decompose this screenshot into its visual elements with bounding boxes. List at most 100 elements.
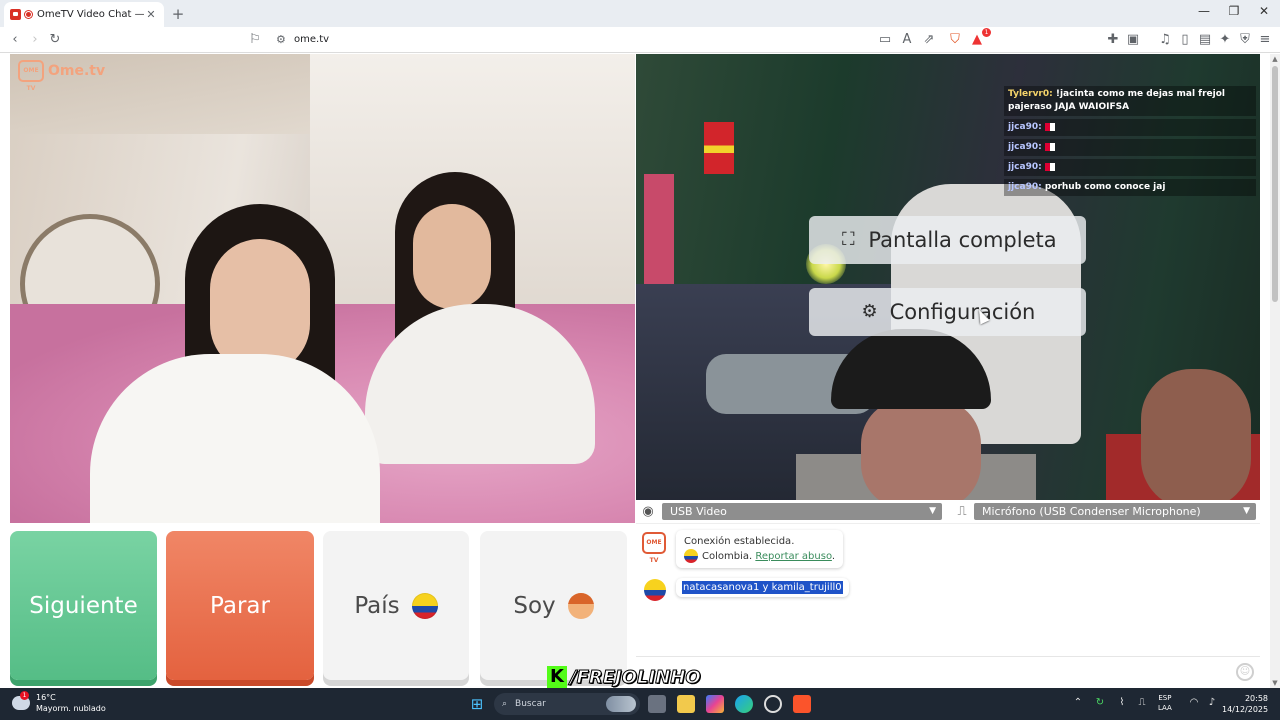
translate-icon[interactable]: A xyxy=(898,31,916,49)
sync-icon[interactable]: ↻ xyxy=(1092,697,1108,708)
video-flag xyxy=(704,122,734,174)
chat-text: porhub como conoce jaj xyxy=(1041,182,1166,192)
leo-ai-icon[interactable]: ✦ xyxy=(1216,31,1234,49)
emoji-icon[interactable]: ☺ xyxy=(1236,663,1254,681)
chat-message-text[interactable]: natacasanova1 y kamila_trujill0 xyxy=(682,581,843,594)
stream-chat-overlay: Tylervr0: !jacinta como me dejas mal fre… xyxy=(1004,86,1256,199)
chat-username: jjca90: xyxy=(1008,162,1042,172)
chat-input[interactable]: ☺ xyxy=(636,656,1260,689)
minimize-button[interactable]: — xyxy=(1189,4,1219,18)
watermark-text: /FREJOLINHO xyxy=(570,666,702,688)
weather-widget[interactable]: 1 16°C Mayorm. nublado xyxy=(12,691,106,714)
screenshot-icon[interactable]: ▣ xyxy=(1124,31,1142,49)
brave-rewards-icon[interactable]: ▲ 1 xyxy=(968,28,991,49)
stop-button[interactable]: Parar xyxy=(166,531,314,680)
chat-username: jjca90: xyxy=(1008,142,1042,152)
rewards-badge: 1 xyxy=(982,28,991,37)
scroll-down-icon[interactable]: ▼ xyxy=(1270,678,1280,688)
recording-indicator-icon xyxy=(25,11,32,18)
close-window-button[interactable]: ✕ xyxy=(1249,4,1279,18)
country-button[interactable]: País xyxy=(323,531,469,680)
stream-chat-message: jjca90: xyxy=(1004,139,1256,156)
microphone-select[interactable]: Micrófono (USB Condenser Microphone) ▼ xyxy=(974,503,1256,520)
settings-button[interactable]: ⚙ Configuración xyxy=(809,288,1086,336)
report-suffix: . xyxy=(831,551,836,562)
youtube-favicon-icon xyxy=(10,9,21,20)
video-person xyxy=(413,204,491,309)
gender-button[interactable]: Soy xyxy=(480,531,627,680)
settings-button-label: Configuración xyxy=(889,300,1036,324)
microphone-tray-icon[interactable]: ⎍ xyxy=(1134,697,1150,708)
report-abuse-link[interactable]: Reportar abuso xyxy=(755,551,832,562)
wallet-icon[interactable]: ▤ xyxy=(1196,31,1214,49)
menu-icon[interactable]: ≡ xyxy=(1256,31,1274,49)
colombia-flag-icon xyxy=(411,592,438,619)
cloud-icon: 1 xyxy=(12,691,30,710)
local-video: OME TV Ome.tv xyxy=(10,54,635,523)
brave-shields-icon[interactable]: ⛉ xyxy=(946,31,964,49)
stream-chat-message: jjca90: xyxy=(1004,119,1256,136)
search-icon: ⌕ xyxy=(502,699,508,709)
cast-icon[interactable]: ▭ xyxy=(876,31,894,49)
partner-country: Colombia. Reportar abuso. xyxy=(684,549,835,564)
language-bottom: LAA xyxy=(1158,704,1172,712)
clock[interactable]: 20:58 14/12/2025 xyxy=(1222,693,1268,715)
restore-button[interactable]: ❐ xyxy=(1219,4,1249,18)
weather-badge: 1 xyxy=(20,691,29,700)
browser-tab-ometv[interactable]: OmeTV Video Chat — Omeg ✕ xyxy=(4,2,164,27)
page-scrollbar[interactable]: ▲ ▼ xyxy=(1270,54,1280,688)
forward-icon[interactable]: › xyxy=(26,31,44,49)
camera-select[interactable]: USB Video ▼ xyxy=(662,503,942,520)
share-icon[interactable]: ⇗ xyxy=(920,31,938,49)
chat-panel: OME TV Conexión establecida. Colombia. R… xyxy=(636,523,1260,688)
language-indicator[interactable]: ESP LAA xyxy=(1158,693,1172,713)
vpn-icon[interactable]: ⛨ xyxy=(1236,31,1254,49)
scroll-up-icon[interactable]: ▲ xyxy=(1270,54,1280,64)
partner-country-name: Colombia. xyxy=(702,551,753,562)
site-settings-icon[interactable]: ⚙ xyxy=(276,30,286,50)
media-icon[interactable]: ♫ xyxy=(1156,31,1174,49)
edge-icon[interactable] xyxy=(735,695,753,713)
video-person xyxy=(861,399,981,500)
chevron-down-icon: ▼ xyxy=(929,506,936,516)
obs-icon[interactable] xyxy=(764,695,782,713)
emote-icon xyxy=(1044,122,1055,131)
copilot-icon[interactable] xyxy=(706,695,724,713)
reload-icon[interactable]: ↻ xyxy=(46,31,64,49)
task-view-icon[interactable] xyxy=(648,695,666,713)
microphone-select-value: Micrófono (USB Condenser Microphone) xyxy=(982,505,1201,518)
volume-icon[interactable]: ♪ xyxy=(1204,697,1220,708)
wifi-icon[interactable]: ◠ xyxy=(1186,697,1202,708)
address-bar[interactable]: ⚙ ome.tv xyxy=(268,30,868,50)
next-button-label: Siguiente xyxy=(29,592,138,619)
next-button[interactable]: Siguiente xyxy=(10,531,157,680)
ometv-logo: OME TV Ome.tv xyxy=(18,60,105,92)
show-hidden-icons-icon[interactable]: ⌃ xyxy=(1070,697,1086,708)
clock-date: 14/12/2025 xyxy=(1222,705,1269,714)
video-poster xyxy=(644,174,674,284)
video-person xyxy=(1141,369,1251,500)
taskbar-search[interactable]: ⌕ Buscar xyxy=(494,693,640,715)
browser-toolbar: ‹ › ↻ ⚐ ⚙ ome.tv ▭ A ⇗ ⛉ ▲ 1 ✚ ▣ ♫ ▯ ▤ ✦ … xyxy=(0,27,1280,53)
sidebar-icon[interactable]: ▯ xyxy=(1176,31,1194,49)
new-tab-button[interactable]: + xyxy=(170,5,186,23)
colombia-flag-icon xyxy=(684,549,698,563)
search-placeholder: Buscar xyxy=(515,699,546,709)
gear-icon: ⚙ xyxy=(861,301,878,322)
extensions-icon[interactable]: ✚ xyxy=(1104,31,1122,49)
stream-chat-message: jjca90: porhub como conoce jaj xyxy=(1004,179,1256,196)
back-icon[interactable]: ‹ xyxy=(6,31,24,49)
connection-status: Conexión establecida. xyxy=(684,536,795,547)
file-explorer-icon[interactable] xyxy=(677,695,695,713)
remote-video[interactable]: Tylervr0: !jacinta como me dejas mal fre… xyxy=(636,54,1260,500)
scrollbar-thumb[interactable] xyxy=(1272,66,1278,302)
brave-icon[interactable] xyxy=(793,695,811,713)
colombia-flag-icon xyxy=(644,579,666,601)
chat-message: natacasanova1 y kamila_trujill0 xyxy=(676,578,849,597)
start-icon[interactable]: ⊞ xyxy=(468,695,486,713)
bookmark-icon[interactable]: ⚐ xyxy=(246,31,264,49)
tab-close-icon[interactable]: ✕ xyxy=(144,8,158,21)
url-text: ome.tv xyxy=(294,34,330,45)
network-icon[interactable]: ⌇ xyxy=(1114,697,1130,708)
fullscreen-button[interactable]: ⛶ Pantalla completa xyxy=(809,216,1086,264)
